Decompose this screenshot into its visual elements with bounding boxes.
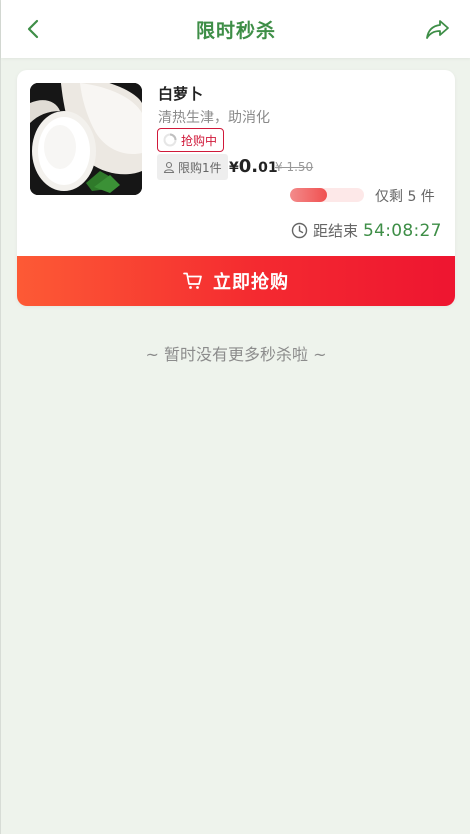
- countdown-time: 54:08:27: [363, 220, 442, 241]
- purchase-limit-tag: 限购1件: [157, 154, 228, 180]
- stock-progress-fill: [290, 188, 327, 202]
- page-title: 限时秒杀: [195, 19, 276, 42]
- countdown-label: 距结束: [313, 222, 359, 240]
- header-bar: 限时秒杀: [1, 0, 470, 58]
- product-name: 白萝卜: [158, 85, 204, 103]
- share-button[interactable]: [425, 16, 451, 42]
- buy-now-label: 立即抢购: [213, 272, 289, 293]
- share-icon: [426, 20, 449, 39]
- price-integer: 0.: [238, 156, 259, 177]
- purchase-limit-label: 限购1件: [178, 160, 222, 175]
- price-symbol: ¥: [229, 160, 239, 176]
- user-icon: [163, 161, 175, 173]
- status-label: 抢购中: [181, 133, 218, 148]
- stock-remaining-text: 仅剩 5 件: [375, 189, 435, 205]
- no-more-items-note: ~ 暂时没有更多秒杀啦 ~: [145, 345, 327, 364]
- clock-icon: [291, 222, 308, 239]
- product-image[interactable]: [30, 83, 142, 195]
- status-badge: 抢购中: [157, 128, 225, 152]
- stock-progress-bar: [290, 188, 364, 202]
- product-description: 清热生津，助消化: [158, 110, 270, 126]
- original-price: ¥ 1.50: [275, 160, 314, 174]
- sale-price: ¥ 0. 01: [229, 156, 278, 177]
- back-button[interactable]: [21, 17, 45, 41]
- chevron-left-icon: [27, 19, 39, 39]
- flash-sale-page: 限时秒杀 白萝卜 清热生津，助消化 抢购中 限购1件 ¥ 0. 01 ¥ 1.5…: [0, 0, 470, 834]
- loading-spinner-icon: [163, 133, 177, 147]
- cart-icon: [183, 272, 202, 289]
- countdown: 距结束 54:08:27: [291, 220, 442, 241]
- buy-now-button[interactable]: 立即抢购: [17, 256, 455, 306]
- radish-image: [30, 83, 142, 195]
- flash-sale-card[interactable]: 白萝卜 清热生津，助消化 抢购中 限购1件 ¥ 0. 01 ¥ 1.50 仅剩 …: [17, 70, 455, 306]
